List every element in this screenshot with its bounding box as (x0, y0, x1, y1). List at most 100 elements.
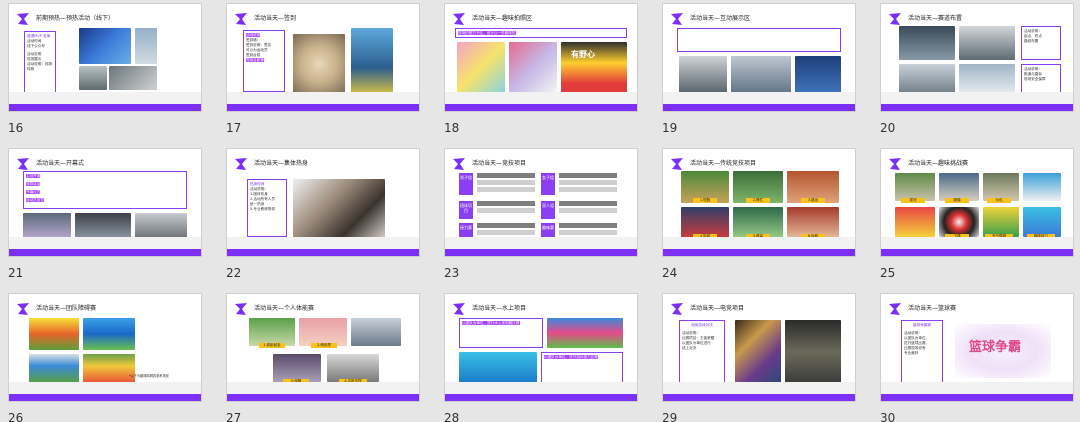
brand-logo-icon (235, 158, 247, 170)
slide-number: 26 (8, 411, 24, 422)
slide-number: 30 (880, 411, 896, 422)
photo (75, 213, 131, 239)
slide-sorter-grid: 前期预热—预热活动（线下） 邀请MVP 名单 活动时间 线下公众号 活动说明 现场展示 … (0, 0, 1080, 422)
slide-title: 活动当天—电竞项目 (690, 305, 745, 312)
slide-number: 22 (226, 266, 242, 280)
table-row (559, 180, 617, 185)
slide-preview[interactable]: 活动当天—个人体能赛 1.仰卧起坐 2.俯卧撑 3.深蹲 4.平板支撑 (226, 293, 420, 402)
category-block: 双人组 (541, 201, 555, 219)
table-row (477, 173, 535, 178)
photo (459, 352, 537, 384)
category-block: 团体项目 (459, 201, 473, 219)
photo (1023, 207, 1061, 237)
brand-logo-icon (453, 303, 465, 315)
slide-preview[interactable]: 活动当天—团队障碍赛 *以下为趣味障碍赛参考场景 (8, 293, 202, 402)
photo (327, 354, 379, 382)
slide-title: 活动当天—赛道布置 (908, 15, 963, 22)
photo (895, 207, 935, 237)
slide-title: 活动当天—开幕式 (36, 160, 85, 167)
slide-number: 19 (662, 121, 678, 135)
photo-label: 1.仰卧起坐 (259, 343, 285, 348)
photo-label: 3.跳远 (801, 198, 825, 203)
slide-preview[interactable]: 活动当天—集体热身 热身时间 活动说明： 1.团体热身 2.活动所有人员 统一热身 3.专… (226, 148, 420, 257)
slide-preview[interactable]: 活动当天—竞技项目 男子组 团体项目 接力赛 女子组 双人组 趣味赛 (444, 148, 638, 257)
brand-logo-icon (671, 303, 683, 315)
photo (959, 26, 1015, 60)
photo-label: 跳绳 (945, 198, 969, 203)
table-row (559, 230, 617, 235)
info-box: 电竞游戏对决 活动说明： 比赛项目：王者荣耀 以团队为单位进行 线上对决 (679, 320, 725, 384)
photo (29, 354, 79, 384)
table-row (477, 187, 535, 192)
slide-number: 25 (880, 266, 896, 280)
photo (895, 173, 935, 201)
brand-logo-icon (889, 303, 901, 315)
slide-number: 21 (8, 266, 24, 280)
brand-logo-icon (235, 303, 247, 315)
slide-preview[interactable]: 活动当天—传统竞技项目 1.短跑 2.跨栏 3.跳远 4.铅球 5.跳高 6.标… (662, 148, 856, 257)
brand-logo-icon (17, 158, 29, 170)
category-block: 男子组 (459, 173, 473, 195)
slide-preview[interactable]: 活动当天—签到 活动说明 签到墙： 签到说明：签名 可以为运动员 签到台前 现场合影等 (226, 3, 420, 112)
info-box: 热身时间 活动说明： 1.团体热身 2.活动所有人员 统一热身 3.专业教练带领 (247, 179, 287, 237)
photo (795, 56, 841, 96)
table-row (477, 201, 535, 206)
photo (899, 64, 955, 94)
slide-preview[interactable]: 活动当天—互动展示区 1.健身互动展区 2.Wii 体感游戏互动 3.体感VR (662, 3, 856, 112)
photo (939, 173, 979, 201)
slide-title: 活动当天—集体热身 (254, 160, 309, 167)
photo (23, 213, 71, 239)
photo (79, 28, 131, 64)
slide-number: 18 (444, 121, 460, 135)
slide-number: 23 (444, 266, 460, 280)
info-box: 现场拍照打卡区，设计以一些趣味的 (455, 28, 627, 38)
slide-title: 前期预热—预热活动（线下） (36, 15, 115, 22)
slide-preview[interactable]: 活动当天—水上项目 以团队为单位，进行水上皮划艇比赛 以团队为单位，进行游泳接力… (444, 293, 638, 402)
brand-logo-icon (671, 158, 683, 170)
brand-logo-icon (889, 13, 901, 25)
photo (273, 354, 321, 382)
slide-number: 29 (662, 411, 678, 422)
slide-preview[interactable]: 活动当天—篮球赛 篮球争霸赛 活动说明： 以团队为单位， 进行篮球比赛， 比赛现场设有专… (880, 293, 1074, 402)
photo-label: 拔河 (901, 198, 925, 203)
photo (939, 207, 979, 237)
table-row (559, 173, 617, 178)
photo (29, 318, 79, 350)
slide-preview[interactable]: 活动当天—趣味挑战赛 拔河 跳绳 沙包 飞镖 充气障碍 趣味接力 (880, 148, 1074, 257)
photo-label: 2.跨栏 (746, 198, 770, 203)
slide-number: 24 (662, 266, 678, 280)
photo (351, 318, 401, 346)
photo (135, 213, 187, 239)
slide-title: 活动当天—竞技项目 (472, 160, 527, 167)
table-row (559, 187, 617, 192)
table-row (477, 208, 535, 213)
photo (457, 42, 505, 94)
slide-title: 活动当天—趣味拍照区 (472, 15, 533, 22)
brand-logo-icon (453, 13, 465, 25)
slide-preview[interactable]: 活动当天—电竞项目 电竞游戏对决 活动说明： 比赛项目：王者荣耀 以团队为单位进行 线上… (662, 293, 856, 402)
brand-logo-icon (235, 13, 247, 25)
photo (293, 34, 345, 94)
info-box: 主持开场 领导讲话 开幕仪式 运动员宣誓 (23, 171, 187, 209)
slide-preview[interactable]: 活动当天—开幕式 主持开场 领导讲话 开幕仪式 运动员宣誓 (8, 148, 202, 257)
info-box: 活动说明 签到墙： 签到说明：签名 可以为运动员 签到台前 现场合影等 (243, 30, 285, 92)
table-row (477, 223, 535, 228)
photo (79, 66, 107, 90)
footnote: *以下为趣味障碍赛参考场景 (129, 374, 169, 378)
slide-preview[interactable]: 活动当天—趣味拍照区 现场拍照打卡区，设计以一些趣味的 有野心 (444, 3, 638, 112)
photo (785, 320, 841, 384)
brand-logo-icon (453, 158, 465, 170)
slide-number: 17 (226, 121, 242, 135)
photo (509, 42, 557, 94)
photo (679, 56, 727, 96)
category-block: 女子组 (541, 173, 555, 195)
info-box: 以团队为单位，进行游泳接力比赛 (541, 352, 623, 384)
slide-title: 活动当天—水上项目 (472, 305, 527, 312)
table-row (559, 208, 617, 213)
slide-preview[interactable]: 前期预热—预热活动（线下） 邀请MVP 名单 活动时间 线下公众号 活动说明 现场展示 … (8, 3, 202, 112)
slide-number: 28 (444, 411, 460, 422)
slide-title: 活动当天—个人体能赛 (254, 305, 315, 312)
slide-preview[interactable]: 活动当天—赛道布置 活动说明： 起点、终点 路线布置 活动说明： 跑道与路标 现场安全保… (880, 3, 1074, 112)
table-row (559, 223, 617, 228)
info-box (677, 28, 841, 52)
